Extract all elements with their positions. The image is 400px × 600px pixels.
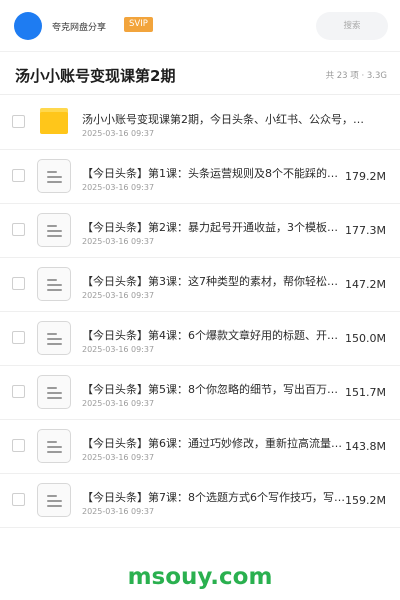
select-checkbox[interactable] bbox=[12, 493, 25, 506]
select-checkbox[interactable] bbox=[12, 115, 25, 128]
select-checkbox[interactable] bbox=[12, 169, 25, 182]
avatar[interactable] bbox=[14, 12, 42, 40]
file-date: 2025-03-16 09:37 bbox=[82, 399, 155, 408]
file-name[interactable]: 汤小小账号变现课第2期，今日头条、小红书、公众号，… bbox=[82, 111, 372, 127]
file-date: 2025-03-16 09:37 bbox=[82, 129, 155, 138]
file-name[interactable]: 【今日头条】第5课：8个你忽略的细节，写出百万爆款… bbox=[82, 381, 348, 397]
share-title-bar: 汤小小账号变现课第2期 共 23 项 · 3.3G bbox=[0, 53, 400, 95]
select-checkbox[interactable] bbox=[12, 331, 25, 344]
document-icon bbox=[37, 483, 71, 517]
svip-badge: SVIP bbox=[124, 17, 153, 32]
file-size: 147.2M bbox=[345, 278, 386, 291]
document-icon bbox=[37, 159, 71, 193]
file-row[interactable]: 【今日头条】第7课：8个选题方式6个写作技巧，写出… 2025-03-16 09:… bbox=[0, 474, 400, 528]
document-icon bbox=[37, 213, 71, 247]
file-row[interactable]: 【今日头条】第3课：这7种类型的素材，帮你轻松写出… 2025-03-16 09:… bbox=[0, 258, 400, 312]
file-name[interactable]: 【今日头条】第7课：8个选题方式6个写作技巧，写出… bbox=[82, 489, 348, 505]
file-row[interactable]: 【今日头条】第5课：8个你忽略的细节，写出百万爆款… 2025-03-16 09:… bbox=[0, 366, 400, 420]
app-header: 夸克网盘分享 SVIP 搜索 bbox=[0, 0, 400, 52]
file-date: 2025-03-16 09:37 bbox=[82, 453, 155, 462]
select-checkbox[interactable] bbox=[12, 223, 25, 236]
select-checkbox[interactable] bbox=[12, 385, 25, 398]
file-name[interactable]: 【今日头条】第1课：头条运营规则及8个不能踩的坑… bbox=[82, 165, 348, 181]
page-title: 汤小小账号变现课第2期 bbox=[15, 67, 176, 85]
file-name[interactable]: 【今日头条】第2课：暴力起号开通收益，3个模板就够… bbox=[82, 219, 348, 235]
document-icon bbox=[37, 375, 71, 409]
file-size: 179.2M bbox=[345, 170, 386, 183]
file-name[interactable]: 【今日头条】第4课：6个爆款文章好用的标题、开头和… bbox=[82, 327, 348, 343]
file-date: 2025-03-16 09:37 bbox=[82, 345, 155, 354]
file-size: 159.2M bbox=[345, 494, 386, 507]
file-size: 150.0M bbox=[345, 332, 386, 345]
file-size: 177.3M bbox=[345, 224, 386, 237]
file-row[interactable]: 【今日头条】第6课：通过巧妙修改，重新拉高流量出爆… 2025-03-16 09:… bbox=[0, 420, 400, 474]
select-checkbox[interactable] bbox=[12, 277, 25, 290]
file-row[interactable]: 汤小小账号变现课第2期，今日头条、小红书、公众号，… 2025-03-16 09:… bbox=[0, 96, 400, 150]
file-date: 2025-03-16 09:37 bbox=[82, 291, 155, 300]
share-meta: 共 23 项 · 3.3G bbox=[325, 71, 387, 81]
file-date: 2025-03-16 09:37 bbox=[82, 183, 155, 192]
select-checkbox[interactable] bbox=[12, 439, 25, 452]
file-list: 汤小小账号变现课第2期，今日头条、小红书、公众号，… 2025-03-16 09:… bbox=[0, 96, 400, 528]
file-name[interactable]: 【今日头条】第6课：通过巧妙修改，重新拉高流量出爆… bbox=[82, 435, 348, 451]
document-icon bbox=[37, 429, 71, 463]
document-icon bbox=[37, 267, 71, 301]
folder-icon bbox=[40, 108, 68, 134]
username: 夸克网盘分享 bbox=[52, 23, 107, 33]
file-row[interactable]: 【今日头条】第2课：暴力起号开通收益，3个模板就够… 2025-03-16 09:… bbox=[0, 204, 400, 258]
file-size: 143.8M bbox=[345, 440, 386, 453]
file-row[interactable]: 【今日头条】第4课：6个爆款文章好用的标题、开头和… 2025-03-16 09:… bbox=[0, 312, 400, 366]
file-row[interactable]: 【今日头条】第1课：头条运营规则及8个不能踩的坑… 2025-03-16 09:3… bbox=[0, 150, 400, 204]
watermark-text: msouy.com bbox=[127, 564, 273, 590]
file-date: 2025-03-16 09:37 bbox=[82, 237, 155, 246]
file-date: 2025-03-16 09:37 bbox=[82, 507, 155, 516]
document-icon bbox=[37, 321, 71, 355]
file-size: 151.7M bbox=[345, 386, 386, 399]
file-name[interactable]: 【今日头条】第3课：这7种类型的素材，帮你轻松写出… bbox=[82, 273, 348, 289]
search-input[interactable]: 搜索 bbox=[316, 12, 388, 40]
